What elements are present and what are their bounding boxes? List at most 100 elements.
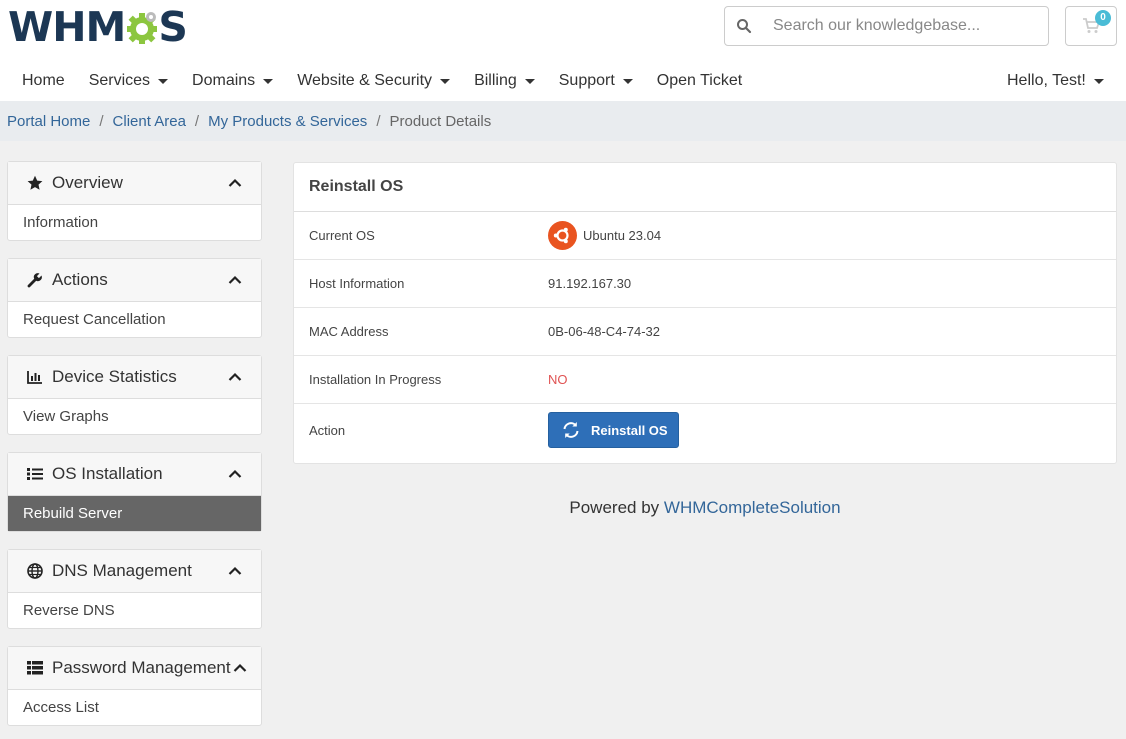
chevron-up-icon[interactable] — [233, 658, 247, 678]
sidebar-panel-password-management: Password Management Access List — [7, 646, 262, 726]
table-row: Action Reinstall OS — [294, 404, 1116, 456]
breadcrumb-separator: / — [376, 112, 381, 130]
sidebar-panel-actions: Actions Request Cancellation — [7, 258, 262, 338]
header: WHM S Search our knowledgebase... 0 Home… — [0, 0, 1126, 101]
panel-header[interactable]: Actions — [8, 259, 261, 302]
caret-down-icon — [440, 78, 451, 84]
chevron-up-icon[interactable] — [228, 464, 242, 484]
panel-title: DNS Management — [52, 561, 192, 580]
caret-down-icon — [524, 78, 535, 84]
panel-title: Actions — [52, 270, 108, 289]
footer: Powered by WHMCompleteSolution — [293, 498, 1117, 518]
chevron-up-icon[interactable] — [228, 173, 242, 193]
main-nav: Home Services Domains Website & Security… — [10, 64, 754, 98]
row-value: Ubuntu 23.04 — [548, 221, 661, 250]
nav-label: Home — [22, 72, 65, 89]
panel-title: Password Management — [52, 658, 231, 677]
breadcrumb: Portal Home / Client Area / My Products … — [0, 101, 1126, 141]
chevron-up-icon[interactable] — [228, 367, 242, 387]
ubuntu-logo-icon — [548, 221, 577, 250]
sidebar-item-access-list[interactable]: Access List — [8, 690, 261, 725]
refresh-icon — [561, 421, 581, 439]
row-label: Current OS — [309, 228, 375, 243]
row-label: MAC Address — [309, 324, 389, 339]
search-input[interactable] — [773, 17, 1043, 35]
footer-text: Powered by — [569, 498, 660, 517]
sidebar-item-rebuild-server[interactable]: Rebuild Server — [8, 496, 261, 531]
search-box — [724, 6, 1049, 46]
row-label: Installation In Progress — [309, 372, 442, 387]
nav-domains[interactable]: Domains — [180, 64, 285, 98]
mac-address-value: 0B-06-48-C4-74-32 — [548, 324, 661, 339]
host-information-value: 91.192.167.30 — [548, 276, 632, 291]
breadcrumb-portal-home[interactable]: Portal Home — [7, 113, 90, 130]
reinstall-os-card: Reinstall OS Current OS Ubuntu 23.04 Hos… — [293, 162, 1117, 464]
logo-text-prefix: WHM — [8, 3, 126, 51]
nav-support[interactable]: Support — [547, 64, 645, 98]
card-title: Reinstall OS — [294, 163, 1116, 212]
nav-billing[interactable]: Billing — [462, 64, 547, 98]
nav-label: Billing — [474, 72, 517, 89]
user-greeting: Hello, Test! — [1007, 72, 1086, 89]
panel-header[interactable]: OS Installation — [8, 453, 261, 496]
search-icon[interactable] — [725, 18, 763, 34]
gear-logo-icon — [126, 10, 159, 45]
list-icon — [27, 467, 47, 481]
panel-title: Device Statistics — [52, 367, 177, 386]
bar-chart-icon — [27, 370, 47, 384]
nav-label: Domains — [192, 72, 256, 89]
breadcrumb-my-products[interactable]: My Products & Services — [208, 113, 367, 130]
panel-title: OS Installation — [52, 464, 163, 483]
panel-header[interactable]: Overview — [8, 162, 261, 205]
nav-website-security[interactable]: Website & Security — [285, 64, 462, 98]
table-row: Installation In Progress NO — [294, 356, 1116, 404]
panel-header[interactable]: DNS Management — [8, 550, 261, 593]
reinstall-os-button[interactable]: Reinstall OS — [548, 412, 679, 448]
breadcrumb-client-area[interactable]: Client Area — [113, 113, 186, 130]
caret-down-icon — [158, 78, 169, 84]
logo-text-suffix: S — [158, 3, 188, 51]
panel-header[interactable]: Device Statistics — [8, 356, 261, 399]
nav-label: Services — [88, 72, 151, 89]
panel-title: Overview — [52, 173, 123, 192]
table-row: Current OS Ubuntu 23.04 — [294, 212, 1116, 260]
button-label: Reinstall OS — [591, 422, 668, 438]
row-label: Action — [309, 422, 346, 438]
sidebar-item-view-graphs[interactable]: View Graphs — [8, 399, 261, 434]
nav-services[interactable]: Services — [77, 64, 180, 98]
nav-open-ticket[interactable]: Open Ticket — [645, 64, 754, 98]
nav-label: Open Ticket — [656, 72, 743, 89]
sidebar-item-request-cancellation[interactable]: Request Cancellation — [8, 302, 261, 337]
caret-down-icon — [622, 78, 633, 84]
wrench-icon — [27, 272, 47, 288]
sidebar-item-information[interactable]: Information — [8, 205, 261, 240]
row-label: Host Information — [309, 276, 405, 291]
globe-icon — [27, 563, 47, 579]
breadcrumb-current: Product Details — [389, 112, 492, 130]
row-value: Reinstall OS — [548, 412, 679, 448]
table-row: MAC Address 0B-06-48-C4-74-32 — [294, 308, 1116, 356]
chevron-up-icon[interactable] — [228, 270, 242, 290]
nav-label: Support — [558, 72, 615, 89]
sidebar-panel-overview: Overview Information — [7, 161, 262, 241]
footer-link[interactable]: WHMCompleteSolution — [664, 498, 841, 517]
user-menu[interactable]: Hello, Test! — [1007, 64, 1104, 98]
sidebar-panel-os-installation: OS Installation Rebuild Server — [7, 452, 262, 532]
table-icon — [27, 661, 47, 675]
whmcs-logo[interactable]: WHM S — [8, 3, 188, 51]
chevron-up-icon[interactable] — [228, 561, 242, 581]
caret-down-icon — [1093, 78, 1104, 84]
sidebar-panel-device-statistics: Device Statistics View Graphs — [7, 355, 262, 435]
current-os-value: Ubuntu 23.04 — [583, 228, 662, 243]
breadcrumb-separator: / — [99, 112, 104, 130]
nav-label: Website & Security — [297, 72, 433, 89]
installation-status-value: NO — [548, 372, 568, 387]
cart-count-badge: 0 — [1095, 10, 1111, 26]
star-icon — [27, 175, 47, 191]
sidebar-item-reverse-dns[interactable]: Reverse DNS — [8, 593, 261, 628]
nav-home[interactable]: Home — [10, 64, 77, 98]
cart-button[interactable]: 0 — [1065, 6, 1117, 46]
breadcrumb-separator: / — [194, 112, 200, 130]
caret-down-icon — [263, 78, 274, 84]
panel-header[interactable]: Password Management — [8, 647, 261, 690]
